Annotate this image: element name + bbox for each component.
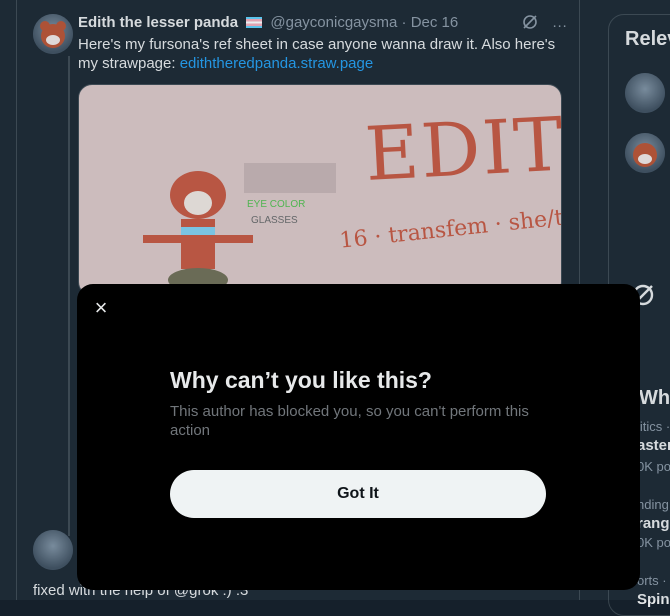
got-it-button[interactable]: Got It: [170, 470, 546, 518]
blocked-dialog: × Why can’t you like this? This author h…: [77, 284, 640, 590]
dialog-title: Why can’t you like this?: [170, 367, 432, 393]
close-icon[interactable]: ×: [91, 297, 111, 319]
dialog-subtitle: This author has blocked you, so you can'…: [170, 403, 529, 439]
